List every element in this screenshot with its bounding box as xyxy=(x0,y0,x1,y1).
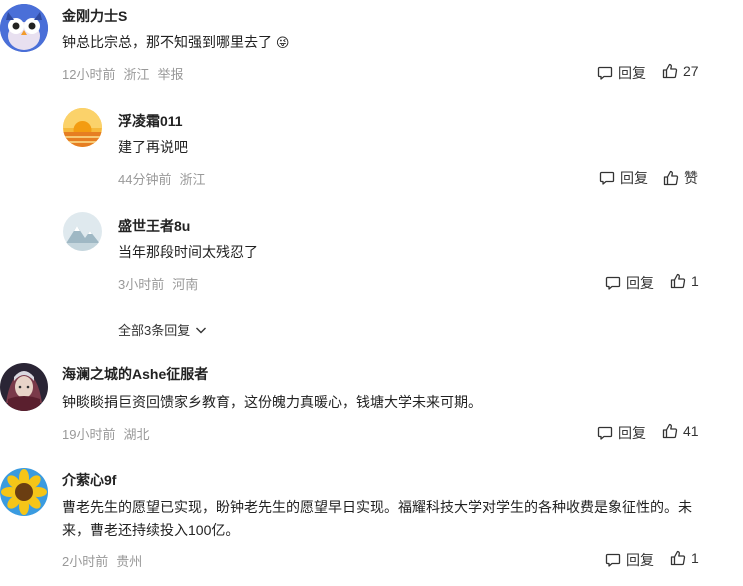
thumbs-up-icon xyxy=(662,423,678,439)
comment-location: 浙江 xyxy=(123,67,150,82)
avatar-character[interactable] xyxy=(0,363,48,411)
comment-time: 19小时前 xyxy=(62,427,116,442)
comment-meta: 12小时前 浙江 举报 xyxy=(62,64,192,83)
like-count: 1 xyxy=(691,550,699,566)
comment-2: 海澜之城的Ashe征服者 钟睒睒捐巨资回馈家乡教育，这份魄力真暖心，钱塘大学未来… xyxy=(0,355,743,455)
avatar-sunflower[interactable] xyxy=(0,468,48,516)
comment-meta: 19小时前 湖北 xyxy=(62,424,157,443)
reply-meta: 44分钟前 浙江 xyxy=(118,169,213,188)
reply-label: 回复 xyxy=(618,65,646,81)
reply-location: 河南 xyxy=(172,277,199,292)
reply-meta: 3小时前 河南 xyxy=(118,274,206,293)
comment-meta: 2小时前 贵州 xyxy=(62,551,150,570)
comment-time: 2小时前 xyxy=(62,554,109,569)
reply-button[interactable]: 回复 xyxy=(597,423,646,443)
reply-location: 浙江 xyxy=(179,172,206,187)
expand-replies-button[interactable]: 全部3条回复 xyxy=(118,320,208,339)
reply-author-name[interactable]: 盛世王者8u xyxy=(118,216,190,236)
reply-text: 当年那段时间太残忍了 xyxy=(118,244,258,260)
like-count: 1 xyxy=(691,273,699,289)
reply-author-name[interactable]: 浮凌霜011 xyxy=(118,111,183,131)
comment-1: 金刚力士S 钟总比宗总，那不知强到哪里去了 😜 12小时前 浙江 举报 回复 27 … xyxy=(0,0,743,338)
comment-time: 12小时前 xyxy=(62,67,116,82)
reply-label: 回复 xyxy=(626,552,654,568)
reply-label: 回复 xyxy=(618,425,646,441)
reply-icon xyxy=(605,276,621,290)
comment-text: 钟总比宗总，那不知强到哪里去了 😜 xyxy=(62,31,289,54)
like-button[interactable]: 41 xyxy=(662,423,699,439)
reply-time: 44分钟前 xyxy=(118,172,172,187)
comment-author-name[interactable]: 金刚力士S xyxy=(62,6,127,26)
like-count: 27 xyxy=(683,63,699,79)
thumbs-up-icon xyxy=(670,550,686,566)
reply-label: 回复 xyxy=(620,170,648,186)
comment-location: 湖北 xyxy=(123,427,150,442)
reply-label: 回复 xyxy=(626,275,654,291)
thumbs-up-icon xyxy=(670,273,686,289)
comment-location: 贵州 xyxy=(116,554,143,569)
emoji-icon: 😜 xyxy=(275,35,290,50)
comment-author-name[interactable]: 海澜之城的Ashe征服者 xyxy=(62,364,208,384)
avatar-mountain[interactable] xyxy=(63,212,102,251)
reply-button[interactable]: 回复 xyxy=(599,168,648,188)
like-button[interactable]: 1 xyxy=(670,273,699,289)
report-link[interactable]: 举报 xyxy=(157,67,183,82)
chevron-down-icon xyxy=(196,327,207,333)
reply-icon xyxy=(597,66,613,80)
like-button[interactable]: 1 xyxy=(670,550,699,566)
comment-text: 曹老先生的愿望已实现，盼钟老先生的愿望早日实现。福耀科技大学对学生的各种收费是象… xyxy=(62,499,692,538)
avatar-sunset[interactable] xyxy=(63,108,102,147)
thumbs-up-icon xyxy=(663,170,679,186)
expand-replies-label: 全部3条回复 xyxy=(118,323,191,338)
comment-3: 介萦心9f 曹老先生的愿望已实现，盼钟老先生的愿望早日实现。福耀科技大学对学生的… xyxy=(0,462,743,586)
reply-button[interactable]: 回复 xyxy=(605,273,654,293)
comment-text-body: 钟总比宗总，那不知强到哪里去了 xyxy=(62,34,272,50)
reply-text: 建了再说吧 xyxy=(118,139,188,155)
reply-icon xyxy=(605,553,621,567)
reply-button[interactable]: 回复 xyxy=(605,550,654,570)
like-button[interactable]: 赞 xyxy=(663,168,698,188)
reply-time: 3小时前 xyxy=(118,277,165,292)
thumbs-up-icon xyxy=(662,63,678,79)
like-count: 41 xyxy=(683,423,699,439)
avatar-owl[interactable] xyxy=(0,4,48,52)
reply-icon xyxy=(597,426,613,440)
reply-button[interactable]: 回复 xyxy=(597,63,646,83)
comment-text: 钟睒睒捐巨资回馈家乡教育，这份魄力真暖心，钱塘大学未来可期。 xyxy=(62,394,482,410)
reply-icon xyxy=(599,171,615,185)
comment-author-name[interactable]: 介萦心9f xyxy=(62,470,116,490)
like-button[interactable]: 27 xyxy=(662,63,699,79)
like-label: 赞 xyxy=(684,170,698,186)
